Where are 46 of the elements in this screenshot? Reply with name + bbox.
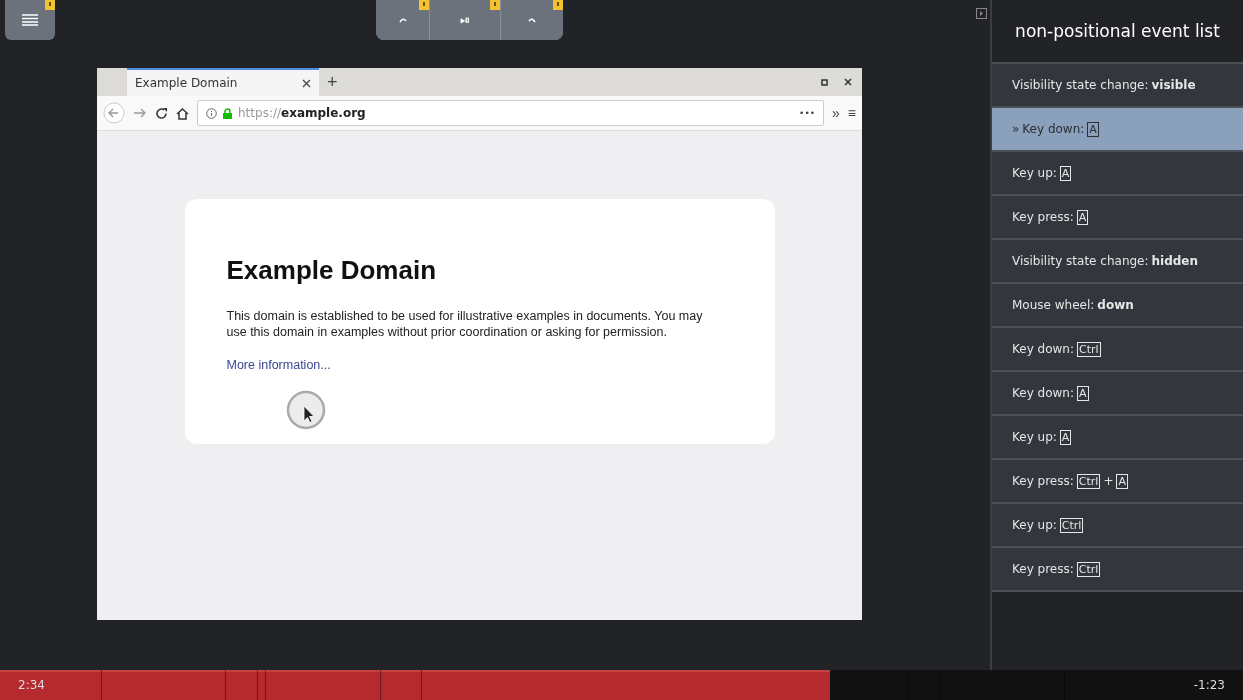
event-row[interactable]: Key up: Ctrl xyxy=(992,502,1243,546)
redo-button[interactable] xyxy=(501,0,563,40)
close-icon[interactable] xyxy=(844,78,852,86)
overflow-button[interactable]: » xyxy=(832,105,840,121)
timeline-bar[interactable]: 2:34 -1:23 xyxy=(0,670,1243,700)
pin-badge-icon xyxy=(490,0,500,10)
event-row[interactable]: » Key down: A xyxy=(992,106,1243,150)
pin-badge-icon xyxy=(45,0,55,10)
event-row[interactable]: Key press: A xyxy=(992,194,1243,238)
event-row[interactable]: Mouse wheel: down xyxy=(992,282,1243,326)
page-heading: Example Domain xyxy=(226,255,437,286)
info-icon xyxy=(206,107,217,119)
address-bar[interactable]: https://example.org ••• xyxy=(197,100,825,126)
close-icon[interactable] xyxy=(302,78,311,88)
lock-icon xyxy=(223,107,232,119)
play-pause-button[interactable]: ⏯ xyxy=(430,0,500,40)
event-row[interactable]: Key press: Ctrl + A xyxy=(992,458,1243,502)
reload-button[interactable] xyxy=(155,106,168,120)
panel-title: non-positional event list xyxy=(1014,20,1221,43)
event-row[interactable]: Key press: Ctrl xyxy=(992,546,1243,590)
restore-icon[interactable] xyxy=(821,78,828,86)
remaining-time: -1:23 xyxy=(1193,678,1225,692)
pin-badge-icon xyxy=(553,0,563,10)
url-text: https://example.org xyxy=(238,106,366,120)
browser-menu-button[interactable]: ≡ xyxy=(847,105,856,121)
event-row[interactable]: Key down: A xyxy=(992,370,1243,414)
tab-title: Example Domain xyxy=(135,76,238,90)
event-row[interactable]: Key up: A xyxy=(992,150,1243,194)
collapse-panel-icon[interactable] xyxy=(976,8,987,19)
elapsed-time: 2:34 xyxy=(18,678,45,692)
forward-button[interactable] xyxy=(133,107,147,119)
menu-icon xyxy=(22,14,38,26)
event-row[interactable]: Key up: A xyxy=(992,414,1243,458)
page-paragraph: This domain is established to be used for illustrative examples in documents. You may use this domain in examples without prior coordination or asking for permission. xyxy=(226,308,704,341)
new-tab-button[interactable]: + xyxy=(319,68,346,96)
undo-button[interactable] xyxy=(376,0,429,40)
cursor-icon xyxy=(284,389,327,431)
event-row[interactable]: Key down: Ctrl xyxy=(992,326,1243,370)
pin-badge-icon xyxy=(419,0,429,10)
page-actions-button[interactable]: ••• xyxy=(799,108,816,118)
event-row[interactable]: Visibility state change: hidden xyxy=(992,238,1243,282)
event-row[interactable]: Visibility state change: visible xyxy=(992,62,1243,106)
menu-button[interactable] xyxy=(5,0,55,40)
more-info-link[interactable]: More information... xyxy=(226,357,331,372)
browser-tab[interactable]: Example Domain xyxy=(127,68,319,96)
home-button[interactable] xyxy=(176,106,189,120)
